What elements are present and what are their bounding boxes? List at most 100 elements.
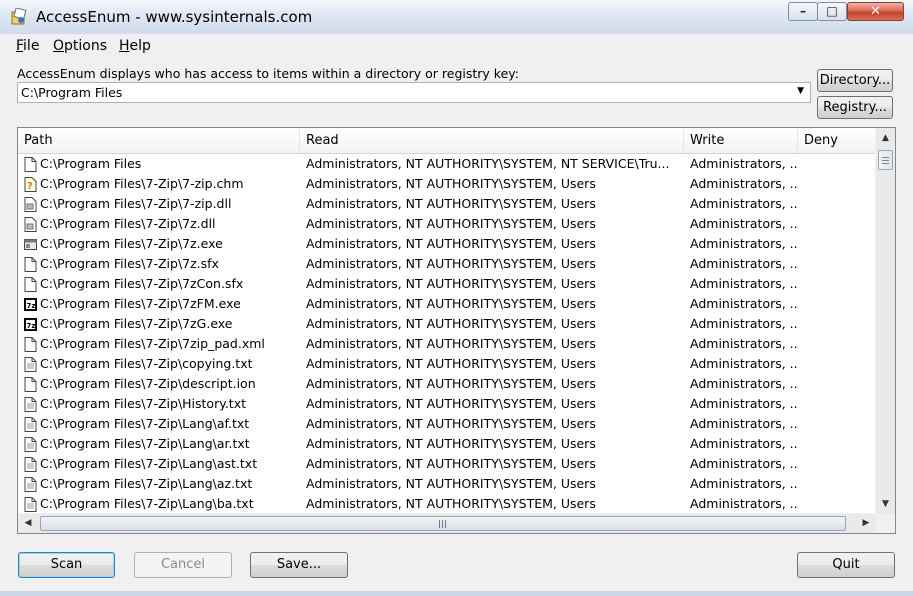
cell-deny [804, 214, 874, 234]
cell-read: Administrators, NT AUTHORITY\SYSTEM, Use… [306, 236, 596, 251]
close-button[interactable]: ✕ [847, 2, 904, 21]
save-button-label: Save... [276, 557, 322, 572]
close-icon: ✕ [870, 4, 881, 19]
text-file-icon [24, 417, 37, 432]
7zip-app-icon: 7z [24, 317, 37, 332]
menu-options[interactable]: Options [53, 38, 107, 54]
registry-button[interactable]: Registry... [817, 96, 893, 119]
cell-read: Administrators, NT AUTHORITY\SYSTEM, Use… [306, 416, 596, 431]
horizontal-scrollbar[interactable]: ◀ ▶ [18, 513, 876, 533]
cell-read: Administrators, NT AUTHORITY\SYSTEM, Use… [306, 176, 596, 191]
svg-text:7z: 7z [27, 322, 36, 330]
app-icon [11, 8, 27, 25]
cell-read: Administrators, NT AUTHORITY\SYSTEM, NT … [306, 156, 670, 171]
cell-path: C:\Program Files\7-Zip\Lang\ast.txt [40, 456, 258, 471]
cell-path: C:\Program Files\7-Zip\Lang\ba.txt [40, 496, 254, 511]
table-row[interactable]: C:\Program Files\7-Zip\7z.sfx Administrat… [18, 254, 876, 274]
table-row[interactable]: ? C:\Program Files\7-Zip\7-zip.chm Adminis… [18, 174, 876, 194]
table-row[interactable]: C:\Program Files\7-Zip\Lang\az.txt Admini… [18, 474, 876, 494]
minimize-button[interactable]: – [788, 2, 818, 21]
cell-deny [804, 414, 874, 434]
directory-button[interactable]: Directory... [817, 69, 893, 92]
cell-write: Administrators, ... [690, 176, 798, 191]
horizontal-scroll-thumb[interactable] [40, 516, 846, 531]
cell-write: Administrators, ... [690, 396, 798, 411]
vertical-scroll-thumb[interactable] [878, 150, 893, 170]
table-row[interactable]: C:\Program Files\7-Zip\Lang\ast.txt Admin… [18, 454, 876, 474]
cell-path: C:\Program Files\7-Zip\7zCon.sfx [40, 276, 244, 291]
cell-path: C:\Program Files\7-Zip\Lang\ar.txt [40, 436, 250, 451]
cell-write: Administrators, ... [690, 216, 798, 231]
dll-file-icon [24, 217, 37, 232]
table-row[interactable]: 7z C:\Program Files\7-Zip\7zG.exe Administ… [18, 314, 876, 334]
minimize-icon: – [800, 4, 806, 18]
cell-path: C:\Program Files\7-Zip\7z.sfx [40, 256, 219, 271]
cell-path: C:\Program Files\7-Zip\History.txt [40, 396, 247, 411]
scroll-down-icon[interactable]: ▼ [878, 496, 893, 512]
window-title: AccessEnum - www.sysinternals.com [36, 8, 313, 26]
table-row[interactable]: C:\Program Files\7-Zip\History.txt Admini… [18, 394, 876, 414]
cell-write: Administrators, ... [690, 276, 798, 291]
table-row[interactable]: C:\Program Files\7-Zip\7z.exe Administrat… [18, 234, 876, 254]
table-row[interactable]: C:\Program Files\7-Zip\7zip_pad.xml Admin… [18, 334, 876, 354]
cell-deny [804, 174, 874, 194]
vertical-scrollbar[interactable]: ▲ ▼ [875, 128, 895, 514]
cell-path: C:\Program Files\7-Zip\7zFM.exe [40, 296, 241, 311]
cell-read: Administrators, NT AUTHORITY\SYSTEM, Use… [306, 356, 596, 371]
cell-write: Administrators, ... [690, 496, 798, 511]
menu-help[interactable]: Help [119, 38, 151, 54]
scroll-up-icon[interactable]: ▲ [878, 130, 893, 146]
cell-deny [804, 394, 874, 414]
table-row[interactable]: C:\Program Files\7-Zip\Lang\af.txt Admini… [18, 414, 876, 434]
save-button[interactable]: Save... [250, 552, 348, 578]
table-row[interactable]: C:\Program Files\7-Zip\descript.ion Admin… [18, 374, 876, 394]
table-row[interactable]: C:\Program Files\7-Zip\copying.txt Admini… [18, 354, 876, 374]
table-row[interactable]: C:\Program Files\7-Zip\Lang\ar.txt Admini… [18, 434, 876, 454]
cell-path: C:\Program Files\7-Zip\7zip_pad.xml [40, 336, 265, 351]
cell-write: Administrators, ... [690, 156, 798, 171]
text-file-icon [24, 357, 37, 372]
cell-write: Administrators, ... [690, 256, 798, 271]
file-icon [24, 377, 37, 392]
file-icon [24, 257, 37, 272]
scan-button[interactable]: Scan [18, 552, 115, 578]
cell-read: Administrators, NT AUTHORITY\SYSTEM, Use… [306, 456, 596, 471]
column-header-path[interactable]: Path [18, 128, 300, 153]
cell-write: Administrators, ... [690, 336, 798, 351]
cell-deny [804, 434, 874, 454]
path-combobox[interactable]: C:\Program Files ▼ [17, 82, 811, 103]
cell-read: Administrators, NT AUTHORITY\SYSTEM, Use… [306, 216, 596, 231]
cell-read: Administrators, NT AUTHORITY\SYSTEM, Use… [306, 276, 596, 291]
scroll-left-icon[interactable]: ◀ [20, 516, 36, 531]
table-row[interactable]: C:\Program Files\7-Zip\7z.dll Administrat… [18, 214, 876, 234]
maximize-button[interactable]: □ [817, 2, 847, 21]
table-row[interactable]: C:\Program Files\7-Zip\7zCon.sfx Administ… [18, 274, 876, 294]
quit-button[interactable]: Quit [797, 552, 895, 578]
table-row[interactable]: 7z C:\Program Files\7-Zip\7zFM.exe Adminis… [18, 294, 876, 314]
cell-deny [804, 274, 874, 294]
folder-file-icon [24, 157, 37, 172]
scroll-right-icon[interactable]: ▶ [858, 516, 874, 531]
scan-button-label: Scan [50, 557, 83, 572]
table-row[interactable]: C:\Program Files\7-Zip\Lang\ba.txt Admini… [18, 494, 876, 514]
cell-read: Administrators, NT AUTHORITY\SYSTEM, Use… [306, 196, 596, 211]
cell-read: Administrators, NT AUTHORITY\SYSTEM, Use… [306, 256, 596, 271]
table-row[interactable]: C:\Program Files\7-Zip\7-zip.dll Administ… [18, 194, 876, 214]
cell-write: Administrators, ... [690, 236, 798, 251]
cell-path: C:\Program Files\7-Zip\Lang\af.txt [40, 416, 250, 431]
column-header-deny[interactable]: Deny [798, 128, 876, 153]
dropdown-arrow-icon[interactable]: ▼ [797, 86, 804, 96]
cell-read: Administrators, NT AUTHORITY\SYSTEM, Use… [306, 316, 596, 331]
text-file-icon [24, 477, 37, 492]
menu-file[interactable]: File [16, 38, 39, 54]
svg-text:7z: 7z [27, 302, 36, 310]
column-header-write[interactable]: Write [684, 128, 798, 153]
table-row[interactable]: C:\Program Files Administrators, NT AUTHO… [18, 154, 876, 174]
cell-deny [804, 374, 874, 394]
cell-path: C:\Program Files\7-Zip\7zG.exe [40, 316, 233, 331]
cell-read: Administrators, NT AUTHORITY\SYSTEM, Use… [306, 436, 596, 451]
path-value: C:\Program Files [21, 85, 123, 100]
results-list[interactable]: Path Read Write Deny C:\Program Files Adm… [17, 127, 896, 534]
cell-deny [804, 194, 874, 214]
column-header-read[interactable]: Read [300, 128, 684, 153]
